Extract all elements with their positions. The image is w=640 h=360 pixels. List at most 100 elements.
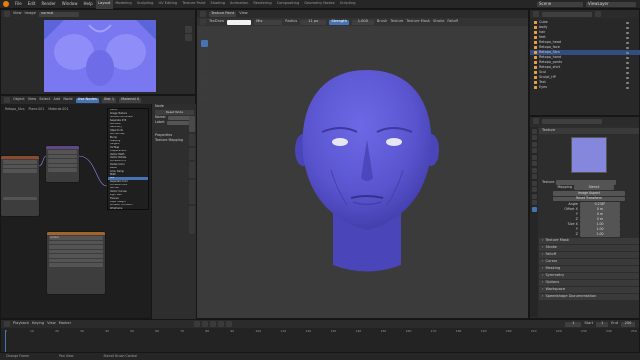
visibility-eye-icon[interactable] <box>626 41 629 44</box>
workspace-tab-texture-paint[interactable]: Texture Paint <box>180 0 208 9</box>
tab-options[interactable] <box>189 162 195 178</box>
visibility-eye-icon[interactable] <box>626 61 629 64</box>
playhead[interactable] <box>5 330 6 352</box>
visibility-eye-icon[interactable] <box>626 26 629 29</box>
workspace-tab-shading[interactable]: Shading <box>208 0 228 9</box>
filter-icon[interactable] <box>595 11 601 17</box>
zoom-icon[interactable] <box>184 25 192 33</box>
menu-view[interactable]: View <box>13 12 22 16</box>
step-forward-icon[interactable] <box>218 321 225 327</box>
reset-transform-button[interactable]: Reset Transform <box>553 196 625 201</box>
workspace-tab-rendering[interactable]: Rendering <box>251 0 274 9</box>
tool-tab-icon[interactable] <box>531 128 537 134</box>
visibility-eye-icon[interactable] <box>626 21 629 24</box>
play-icon[interactable] <box>210 321 217 327</box>
size-z-field[interactable]: 1.00 <box>580 232 620 237</box>
visibility-eye-icon[interactable] <box>626 31 629 34</box>
texture-tab-icon[interactable] <box>531 206 537 212</box>
menu-keying[interactable]: Keying <box>32 322 44 326</box>
world-tab-icon[interactable] <box>531 161 537 166</box>
visibility-eye-icon[interactable] <box>626 76 629 79</box>
tab-node-wrangler[interactable] <box>189 206 195 234</box>
visibility-eye-icon[interactable] <box>626 36 629 39</box>
editor-type-icon[interactable] <box>533 118 539 124</box>
constraints-tab-icon[interactable] <box>531 187 537 192</box>
object-tab-icon[interactable] <box>531 167 537 173</box>
menu-help[interactable]: Help <box>80 2 95 6</box>
property-section-header[interactable]: › Workspace <box>539 287 639 293</box>
property-section-header[interactable]: › Speedshape Documentation <box>539 294 639 300</box>
property-section-header[interactable]: › Cursor <box>539 259 639 265</box>
menu-window[interactable]: Window <box>59 2 81 6</box>
image-aspect-button[interactable]: Image Aspect <box>553 191 625 196</box>
modifier-tab-icon[interactable] <box>531 174 537 179</box>
menu-view[interactable]: View <box>47 322 56 326</box>
property-section-header[interactable]: › Masking <box>539 266 639 272</box>
visibility-eye-icon[interactable] <box>626 81 629 84</box>
zoom-icon[interactable] <box>518 48 526 55</box>
outliner-item[interactable]: Eyes <box>530 85 640 90</box>
workspace-tab-compositing[interactable]: Compositing <box>274 0 302 9</box>
visibility-eye-icon[interactable] <box>626 71 629 74</box>
material-tab-icon[interactable] <box>531 200 537 205</box>
blender-logo-icon[interactable] <box>3 1 9 7</box>
data-tab-icon[interactable] <box>531 193 537 199</box>
annotate-tool-icon[interactable] <box>200 95 208 102</box>
scene-selector[interactable]: Scene <box>537 1 583 7</box>
view-layer-tab-icon[interactable] <box>531 148 537 153</box>
outliner-search-input[interactable] <box>542 11 592 17</box>
camera-view-icon[interactable] <box>518 65 526 72</box>
hand-pan-icon[interactable] <box>184 34 192 41</box>
visibility-eye-icon[interactable] <box>626 46 629 49</box>
blend-mode-select[interactable]: Mix <box>254 19 283 25</box>
brush-icon[interactable] <box>200 19 206 25</box>
property-section-header[interactable]: › Texture Mask <box>539 238 639 244</box>
menu-marker[interactable]: Marker <box>59 322 71 326</box>
menu-playback[interactable]: Playback <box>13 322 29 326</box>
texture-mask-panel[interactable]: Texture Mask <box>406 20 430 24</box>
menu-render[interactable]: Render <box>38 2 58 6</box>
menu-file[interactable]: File <box>12 2 25 6</box>
editor-type-icon[interactable] <box>533 11 539 17</box>
tab-node[interactable] <box>189 116 195 132</box>
current-frame-field[interactable]: 1 <box>565 321 582 327</box>
soften-tool-icon[interactable] <box>200 48 208 55</box>
property-section-header[interactable]: › Falloff <box>539 252 639 258</box>
workspace-tab-animation[interactable]: Animation <box>228 0 251 9</box>
mode-selector[interactable]: Texture Paint <box>209 11 237 17</box>
workspace-tab-scripting[interactable]: Scripting <box>337 0 358 9</box>
menu-view[interactable]: View <box>239 12 248 16</box>
output-tab-icon[interactable] <box>531 141 537 147</box>
fill-tool-icon[interactable] <box>200 73 208 81</box>
clone-tool-icon[interactable] <box>200 65 208 72</box>
texture-panel[interactable]: Texture <box>390 20 403 24</box>
properties-search-input[interactable] <box>542 118 602 124</box>
label-field[interactable] <box>167 120 190 126</box>
end-frame-field[interactable]: 250 <box>621 321 635 327</box>
editor-type-icon[interactable] <box>4 321 10 327</box>
jump-start-icon[interactable] <box>194 321 201 327</box>
tab-blenderkit[interactable] <box>189 180 195 204</box>
smear-tool-icon[interactable] <box>200 56 208 64</box>
property-section-header[interactable]: › Symmetry <box>539 273 639 279</box>
tab-view[interactable] <box>189 148 195 160</box>
add-node-dropdown[interactable]: Vector Image Texture Texture Coordinate Sep… <box>107 108 149 210</box>
scene-tab-icon[interactable] <box>531 154 537 160</box>
mapping-select[interactable]: Stencil <box>574 185 614 190</box>
step-back-icon[interactable] <box>202 321 209 327</box>
visibility-eye-icon[interactable] <box>626 51 629 54</box>
brush-panel[interactable]: Brush <box>377 20 387 24</box>
tab-tool[interactable] <box>189 134 195 146</box>
render-tab-icon[interactable] <box>531 135 537 140</box>
physics-tab-icon[interactable] <box>531 180 537 186</box>
visibility-eye-icon[interactable] <box>626 86 629 89</box>
property-section-header[interactable]: › Stroke <box>539 245 639 251</box>
strength-label[interactable]: Strength <box>329 19 349 25</box>
workspace-tab-modeling[interactable]: Modeling <box>113 0 134 9</box>
editor-type-icon[interactable] <box>4 11 10 17</box>
property-section-header[interactable]: › Options <box>539 280 639 286</box>
mask-tool-icon[interactable] <box>200 82 208 89</box>
draw-tool-icon[interactable] <box>200 39 208 47</box>
timeline-ruler[interactable]: 0102030405060708090100110120130140150160… <box>1 330 640 336</box>
strength-field[interactable]: 1.000 <box>351 19 374 25</box>
